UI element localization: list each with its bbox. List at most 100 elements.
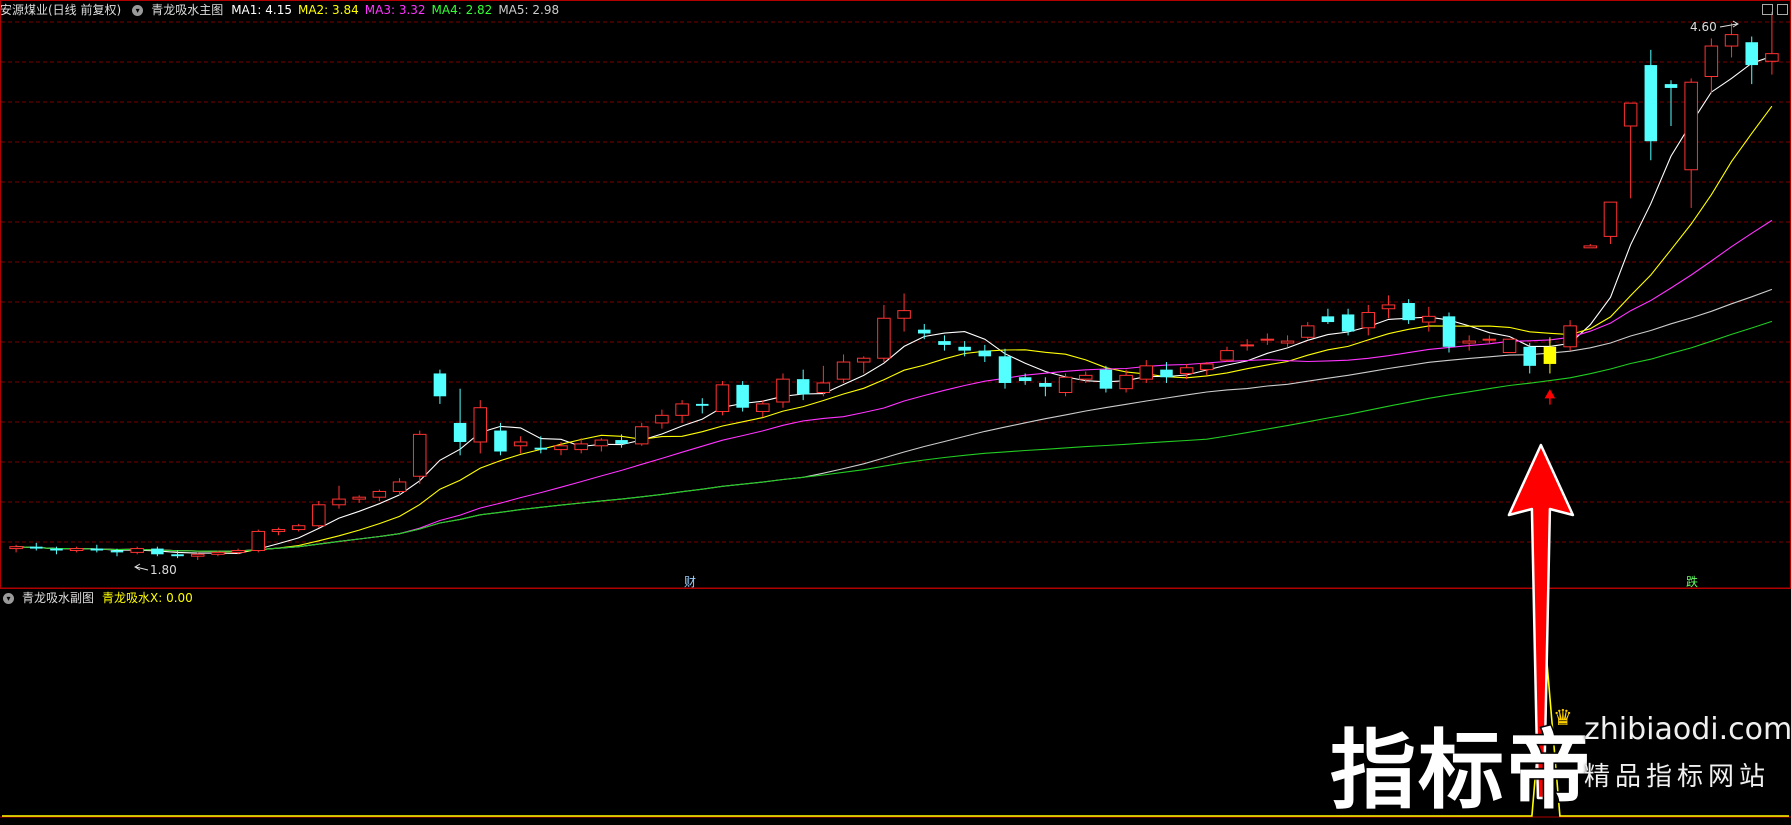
restore-icon[interactable] [1762, 4, 1773, 15]
ma-line-5 [16, 320, 1773, 552]
candle-body [1119, 374, 1133, 390]
candle-body [69, 548, 84, 551]
low-price-arrow [134, 563, 149, 571]
maximize-icon[interactable] [1777, 4, 1788, 15]
candle-body [1240, 344, 1254, 347]
ma-label-3: MA3: 3.32 [364, 3, 426, 17]
candle-body [1200, 363, 1214, 371]
candle-body [494, 430, 507, 452]
candle-body [1765, 53, 1779, 62]
ma-line-1 [16, 55, 1773, 555]
ma-label-2: MA2: 3.84 [297, 3, 359, 17]
candle [1139, 360, 1154, 383]
candle-body [1482, 338, 1497, 341]
candle [655, 409, 669, 429]
ma-line-2 [16, 105, 1773, 553]
candle-body [453, 422, 467, 442]
chevron-down-icon[interactable]: ▾ [3, 592, 14, 604]
candle-body [291, 525, 306, 531]
candle [897, 293, 911, 332]
ma-label-1: MA1: 4.15 [231, 3, 292, 17]
candle [836, 354, 851, 383]
candle-body [1078, 374, 1093, 380]
candle [69, 546, 84, 553]
candle-body [392, 481, 407, 492]
chevron-down-icon[interactable]: ▾ [132, 4, 144, 16]
candle-body [978, 350, 992, 357]
candle-body [211, 551, 225, 555]
candle [715, 381, 730, 416]
candle [1200, 362, 1214, 376]
candle-body [1018, 377, 1032, 382]
candle-body [332, 498, 346, 506]
candle-body [171, 554, 184, 557]
candle [332, 485, 346, 509]
candle-body [1422, 315, 1436, 323]
candle-body [756, 403, 770, 413]
candle [1704, 38, 1719, 94]
candle-body [1623, 102, 1638, 127]
candle-body [836, 361, 851, 380]
candle [796, 369, 810, 401]
candle-body [1160, 369, 1173, 378]
candle [392, 478, 407, 496]
candle [30, 542, 43, 551]
candle-body [816, 382, 831, 393]
candle-body [615, 440, 628, 444]
candle-body [958, 346, 971, 351]
candle-body [1260, 338, 1275, 341]
candlestick-series [9, 11, 1779, 560]
annotations: 4.60 1.80 财 跌 [134, 20, 1739, 800]
candle-body [1684, 81, 1698, 171]
ma-line-4 [16, 288, 1773, 552]
candle [1603, 201, 1618, 245]
candle-body [1704, 45, 1719, 77]
candle [1664, 80, 1678, 126]
sub-indicator-name[interactable]: 青龙吸水副图 [22, 589, 94, 607]
stock-name[interactable]: 安源煤业(日线 前复权) [0, 1, 121, 19]
moving-average-lines [16, 55, 1773, 555]
candle-body [897, 310, 911, 319]
stock-chart[interactable]: 4.60 1.80 财 跌 [0, 0, 1791, 819]
candle-body [715, 384, 730, 413]
candle-body [1644, 65, 1658, 142]
candle-body [1563, 325, 1577, 348]
candle [1684, 78, 1698, 208]
candle-body [231, 549, 245, 553]
candle-body [594, 439, 609, 447]
candle-body [1341, 314, 1355, 332]
candle-body [1220, 350, 1234, 361]
candle [1502, 338, 1517, 354]
candle-body [1039, 382, 1052, 387]
candle [978, 344, 992, 363]
candle-body [433, 373, 447, 397]
candle [1543, 337, 1557, 374]
candle-body [736, 384, 749, 408]
sub-indicator-value: 青龙吸水X: 0.00 [102, 591, 193, 605]
candle [1563, 320, 1577, 351]
candle-body [473, 407, 488, 443]
candle-body [1603, 201, 1618, 237]
watermark-tagline: 精品指标网站 [1584, 762, 1771, 792]
candle-body [776, 378, 790, 403]
candle-body [372, 490, 387, 498]
candle [513, 436, 528, 454]
candle [291, 523, 306, 532]
low-price-label: 1.80 [150, 563, 177, 577]
candle-body [1402, 303, 1415, 321]
main-indicator-name[interactable]: 青龙吸水主图 [151, 1, 223, 19]
candle-body [352, 496, 366, 500]
candle-body [90, 548, 104, 551]
candle [473, 400, 488, 454]
candle [958, 341, 971, 357]
candle-body [1300, 325, 1315, 338]
candle-body [1664, 84, 1678, 88]
candle [1644, 49, 1658, 161]
candle [90, 544, 104, 553]
candle-body [675, 403, 689, 416]
candle [1039, 377, 1052, 397]
candle [1442, 312, 1456, 353]
candle [1765, 11, 1779, 75]
candle-body [30, 546, 43, 549]
candle-body [151, 548, 164, 555]
